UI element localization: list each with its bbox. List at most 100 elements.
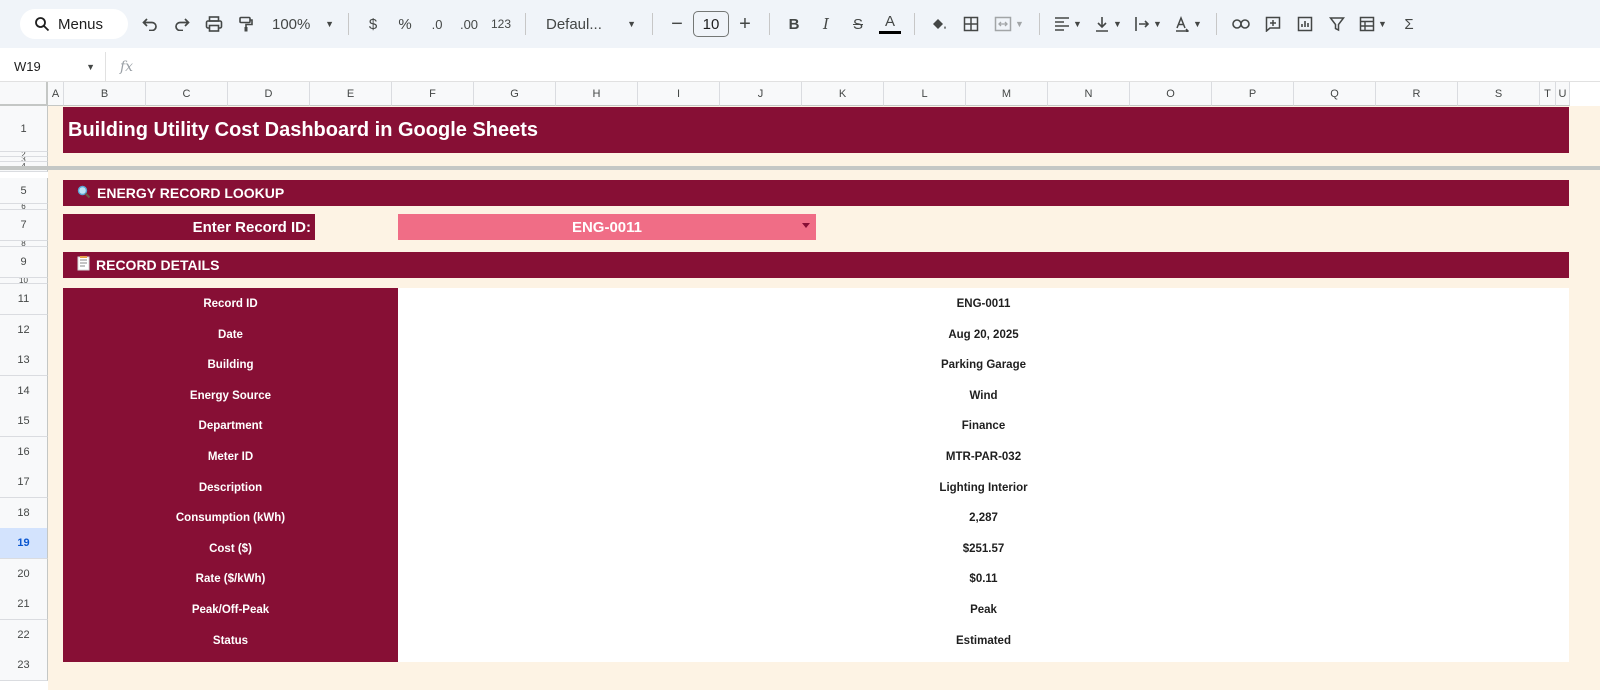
detail-value[interactable]: $0.11 [398, 563, 1569, 594]
font-select[interactable]: Defaul... ▼ [534, 9, 644, 39]
column-header[interactable]: C [146, 82, 228, 106]
details-section-header[interactable]: RECORD DETAILS [63, 252, 1569, 278]
insert-chart-button[interactable] [1289, 9, 1321, 39]
column-header[interactable]: J [720, 82, 802, 106]
row-header[interactable]: 11 [0, 284, 48, 315]
insert-link-button[interactable] [1225, 9, 1257, 39]
fill-color-button[interactable] [923, 9, 955, 39]
text-wrapping-button[interactable]: ▼ [1128, 9, 1168, 39]
percent-format-button[interactable]: % [389, 9, 421, 39]
zoom-select[interactable]: 100% ▼ [262, 9, 340, 39]
row-header[interactable]: 17 [0, 467, 48, 498]
detail-value[interactable]: ENG-0011 [398, 288, 1569, 319]
detail-label[interactable]: Consumption (kWh) [63, 502, 398, 533]
text-rotation-button[interactable]: ▼ [1168, 9, 1208, 39]
dropdown-arrow-icon[interactable] [802, 223, 810, 228]
row-header[interactable]: 21 [0, 589, 48, 620]
merge-cells-button[interactable]: ▼ [987, 9, 1031, 39]
bold-button[interactable]: B [778, 9, 810, 39]
detail-value[interactable]: Parking Garage [398, 349, 1569, 380]
detail-label[interactable]: Cost ($) [63, 533, 398, 564]
borders-button[interactable] [955, 9, 987, 39]
column-header[interactable]: N [1048, 82, 1130, 106]
row-header[interactable]: 22 [0, 620, 48, 651]
detail-label[interactable]: Building [63, 349, 398, 380]
record-id-prompt[interactable]: Enter Record ID: [63, 214, 315, 240]
number-format-button[interactable]: 123 [485, 9, 517, 39]
row-header[interactable]: 13 [0, 345, 48, 376]
column-header[interactable]: O [1130, 82, 1212, 106]
column-header[interactable]: H [556, 82, 638, 106]
row-header[interactable]: 9 [0, 247, 48, 278]
filter-button[interactable] [1321, 9, 1353, 39]
decrease-decimal-button[interactable]: .0 [421, 9, 453, 39]
decrease-font-size-button[interactable]: − [661, 9, 693, 39]
row-header[interactable]: 12 [0, 315, 48, 346]
detail-label[interactable]: Peak/Off-Peak [63, 594, 398, 625]
paint-format-button[interactable] [230, 9, 262, 39]
column-header[interactable]: S [1458, 82, 1540, 106]
font-size-input[interactable]: 10 [693, 11, 729, 37]
column-header[interactable]: M [966, 82, 1048, 106]
text-color-button[interactable]: A [874, 9, 906, 39]
detail-label[interactable]: Status [63, 625, 398, 656]
redo-button[interactable] [166, 9, 198, 39]
horizontal-align-button[interactable]: ▼ [1048, 9, 1088, 39]
frozen-rows-divider[interactable] [0, 166, 1600, 170]
column-header[interactable]: K [802, 82, 884, 106]
column-header[interactable]: T [1540, 82, 1556, 106]
detail-label[interactable]: Department [63, 410, 398, 441]
detail-value[interactable]: Lighting Interior [398, 472, 1569, 503]
strikethrough-button[interactable]: S [842, 9, 874, 39]
column-header[interactable]: D [228, 82, 310, 106]
row-header[interactable]: 23 [0, 650, 48, 681]
detail-value[interactable]: $251.57 [398, 533, 1569, 564]
column-header[interactable]: U [1556, 82, 1570, 106]
row-header[interactable]: 16 [0, 437, 48, 468]
detail-label[interactable]: Description [63, 472, 398, 503]
column-header[interactable]: A [48, 82, 64, 106]
increase-font-size-button[interactable]: + [729, 9, 761, 39]
detail-value[interactable]: MTR-PAR-032 [398, 441, 1569, 472]
detail-value[interactable]: Aug 20, 2025 [398, 319, 1569, 350]
row-header[interactable]: 18 [0, 498, 48, 529]
insert-comment-button[interactable] [1257, 9, 1289, 39]
row-header[interactable]: 7 [0, 210, 48, 241]
vertical-align-button[interactable]: ▼ [1088, 9, 1128, 39]
increase-decimal-button[interactable]: .00 [453, 9, 485, 39]
detail-label[interactable]: Energy Source [63, 380, 398, 411]
column-header[interactable]: E [310, 82, 392, 106]
row-header[interactable]: 5 [0, 178, 48, 204]
detail-value[interactable]: Finance [398, 410, 1569, 441]
dashboard-title[interactable]: Building Utility Cost Dashboard in Googl… [63, 107, 1569, 153]
column-header[interactable]: P [1212, 82, 1294, 106]
currency-format-button[interactable]: $ [357, 9, 389, 39]
row-header[interactable]: 20 [0, 559, 48, 590]
row-header[interactable]: 19 [0, 528, 48, 559]
record-id-dropdown[interactable]: ENG-0011 [398, 214, 816, 240]
row-header[interactable]: 15 [0, 406, 48, 437]
lookup-section-header[interactable]: ENERGY RECORD LOOKUP [63, 180, 1569, 206]
detail-label[interactable]: Date [63, 319, 398, 350]
functions-button[interactable]: Σ [1393, 9, 1425, 39]
detail-value[interactable]: Peak [398, 594, 1569, 625]
table-view-button[interactable]: ▼ [1353, 9, 1393, 39]
italic-button[interactable]: I [810, 9, 842, 39]
column-header[interactable]: L [884, 82, 966, 106]
undo-button[interactable] [134, 9, 166, 39]
detail-value[interactable]: 2,287 [398, 502, 1569, 533]
select-all-corner[interactable] [0, 82, 48, 106]
detail-value[interactable]: Estimated [398, 625, 1569, 656]
column-header[interactable]: F [392, 82, 474, 106]
column-header[interactable]: Q [1294, 82, 1376, 106]
detail-value[interactable]: Wind [398, 380, 1569, 411]
menus-search[interactable]: Menus [20, 9, 128, 39]
detail-label[interactable]: Meter ID [63, 441, 398, 472]
print-button[interactable] [198, 9, 230, 39]
column-header[interactable]: B [64, 82, 146, 106]
detail-label[interactable]: Record ID [63, 288, 398, 319]
row-header[interactable]: 14 [0, 376, 48, 407]
column-header[interactable]: R [1376, 82, 1458, 106]
column-header[interactable]: G [474, 82, 556, 106]
column-header[interactable]: I [638, 82, 720, 106]
